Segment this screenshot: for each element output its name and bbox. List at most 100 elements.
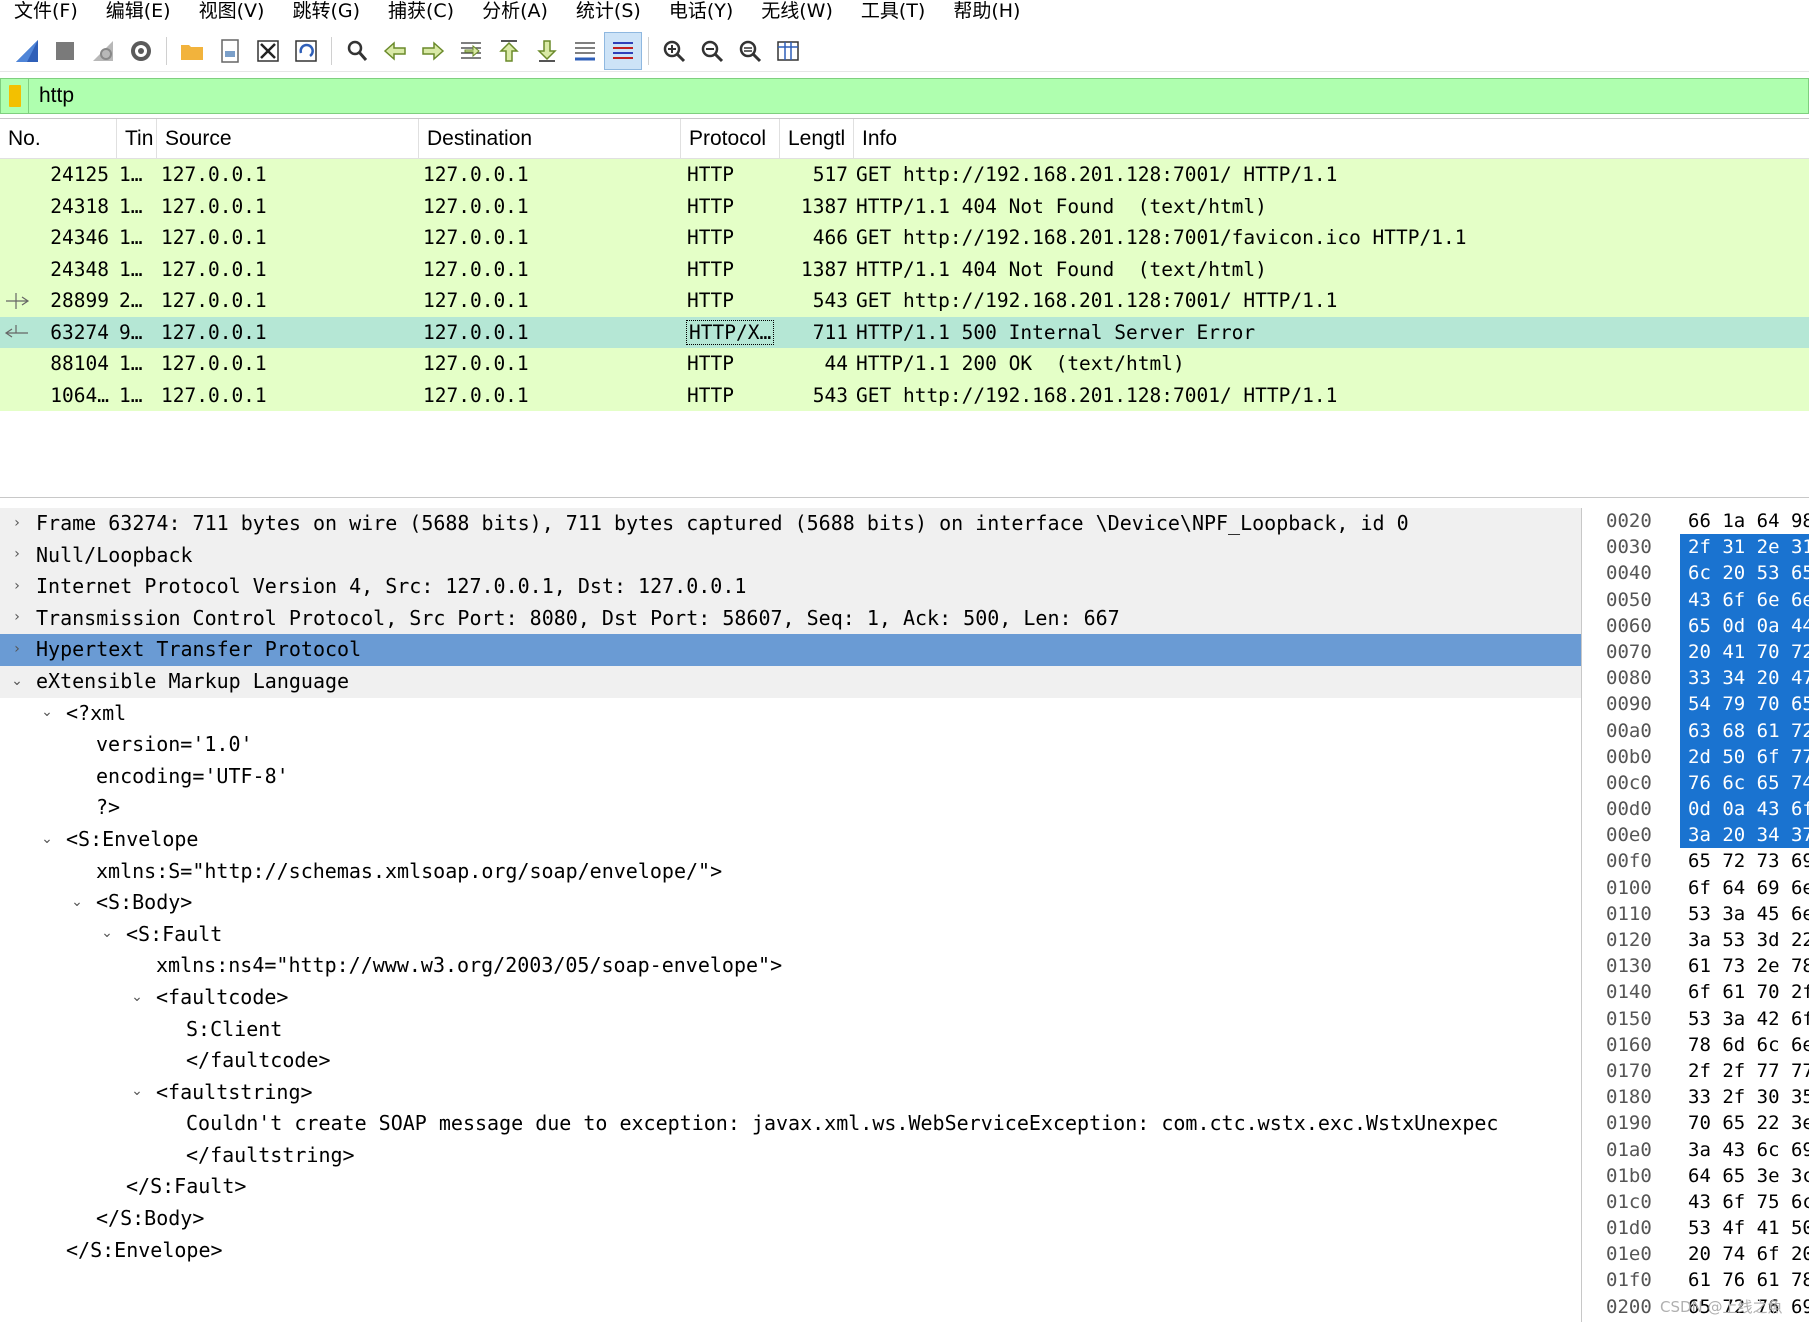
column-header-destination[interactable]: Destination xyxy=(419,119,681,158)
hex-row[interactable]: 0040 6c 20 53 65 xyxy=(1590,560,1809,587)
packet-row[interactable]: 1064… 1… 127.0.0.1 127.0.0.1 HTTP 543 GET http… xyxy=(0,379,1809,411)
hex-row[interactable]: 00f0 65 72 73 69 xyxy=(1590,848,1809,874)
close-file-icon[interactable] xyxy=(249,32,287,70)
column-header-info[interactable]: Info xyxy=(854,119,1809,158)
detail-tree-item[interactable]: ⌄ <?xml xyxy=(0,698,1581,730)
hex-row[interactable]: 0070 20 41 70 72 xyxy=(1590,638,1809,666)
capture-options-icon[interactable] xyxy=(122,32,160,70)
hex-row[interactable]: 0060 65 0d 0a 44 xyxy=(1590,612,1809,639)
detail-tree-item[interactable]: </faultstring> xyxy=(0,1140,1581,1172)
column-header-no[interactable]: No. xyxy=(0,119,117,158)
find-packet-icon[interactable] xyxy=(338,32,376,70)
menu-statistics[interactable]: 统计(S) xyxy=(562,0,655,28)
auto-scroll-icon[interactable] xyxy=(566,32,604,70)
detail-tree-item[interactable]: › Frame 63274: 711 bytes on wire (5688 bi… xyxy=(0,508,1581,540)
hex-row[interactable]: 0050 43 6f 6e 6e xyxy=(1590,586,1809,613)
menu-wireless[interactable]: 无线(W) xyxy=(747,0,847,28)
hex-row[interactable]: 0120 3a 53 3d 22 xyxy=(1590,927,1809,953)
display-filter-input[interactable] xyxy=(29,80,1729,112)
zoom-in-icon[interactable] xyxy=(655,32,693,70)
menu-analyze[interactable]: 分析(A) xyxy=(468,0,562,28)
stop-capture-icon[interactable] xyxy=(46,32,84,70)
last-packet-icon[interactable] xyxy=(528,32,566,70)
normal-size-icon[interactable] xyxy=(731,32,769,70)
chevron-down-icon[interactable]: ⌄ xyxy=(128,1077,146,1108)
menu-telephony[interactable]: 电话(Y) xyxy=(655,0,747,28)
hex-row[interactable]: 00c0 76 6c 65 74 xyxy=(1590,769,1809,797)
start-capture-icon[interactable] xyxy=(8,32,46,70)
packet-row[interactable]: 24125 1… 127.0.0.1 127.0.0.1 HTTP 517 GET http… xyxy=(0,159,1809,191)
chevron-right-icon[interactable]: › xyxy=(8,508,26,539)
detail-tree-item[interactable]: › Transmission Control Protocol, Src Port… xyxy=(0,602,1581,635)
zoom-out-icon[interactable] xyxy=(693,32,731,70)
detail-tree-item[interactable]: </S:Body> xyxy=(0,1203,1581,1235)
hex-row[interactable]: 0020 66 1a 64 98 xyxy=(1590,508,1809,534)
hex-row[interactable]: 0110 53 3a 45 6e xyxy=(1590,901,1809,927)
menu-file[interactable]: 文件(F) xyxy=(0,0,92,28)
packet-row[interactable]: 24318 1… 127.0.0.1 127.0.0.1 HTTP 1387 HTTP/1.… xyxy=(0,190,1809,222)
hex-row[interactable]: 01e0 20 74 6f 20 xyxy=(1590,1241,1809,1267)
detail-tree-item[interactable]: xmlns:S="http://schemas.xmlsoap.org/soap… xyxy=(0,856,1581,888)
detail-tree-item[interactable]: </S:Fault> xyxy=(0,1171,1581,1203)
hex-row[interactable]: 0090 54 79 70 65 xyxy=(1590,691,1809,718)
go-to-packet-icon[interactable] xyxy=(452,32,490,70)
hex-row[interactable]: 00e0 3a 20 34 37 xyxy=(1590,822,1809,849)
packet-row[interactable]: 63274 9… 127.0.0.1 127.0.0.1 HTTP/X… 711 HTTP/… xyxy=(0,316,1809,348)
detail-tree-item[interactable]: ⌄ <faultcode> xyxy=(0,982,1581,1014)
hex-row[interactable]: 00b0 2d 50 6f 77 xyxy=(1590,743,1809,770)
hex-row[interactable]: 00a0 63 68 61 72 xyxy=(1590,717,1809,744)
open-file-icon[interactable] xyxy=(173,32,211,70)
go-forward-icon[interactable] xyxy=(414,32,452,70)
hex-row[interactable]: 01d0 53 4f 41 50 xyxy=(1590,1215,1809,1241)
hex-row[interactable]: 0080 33 34 20 47 xyxy=(1590,665,1809,692)
detail-tree-item[interactable]: version='1.0' xyxy=(0,729,1581,761)
detail-tree-item[interactable]: ⌄ <S:Body> xyxy=(0,887,1581,919)
detail-tree-item[interactable]: › Null/Loopback xyxy=(0,539,1581,572)
menu-tools[interactable]: 工具(T) xyxy=(847,0,939,28)
chevron-right-icon[interactable]: › xyxy=(8,540,26,571)
column-header-length[interactable]: Lengtl xyxy=(780,119,854,158)
chevron-right-icon[interactable]: › xyxy=(8,634,26,665)
packet-row[interactable]: 28899 2… 127.0.0.1 127.0.0.1 HTTP 543 GET http… xyxy=(0,285,1809,317)
hex-row[interactable]: 0150 53 3a 42 6f xyxy=(1590,1006,1809,1032)
detail-tree-item[interactable]: xmlns:ns4="http://www.w3.org/2003/05/soa… xyxy=(0,950,1581,982)
hex-row[interactable]: 01f0 61 76 61 78 xyxy=(1590,1267,1809,1293)
menu-go[interactable]: 跳转(G) xyxy=(278,0,374,28)
hex-row[interactable]: 0160 78 6d 6c 6e xyxy=(1590,1032,1809,1058)
hex-row[interactable]: 01c0 43 6f 75 6c xyxy=(1590,1189,1809,1215)
hex-row[interactable]: 0130 61 73 2e 78 xyxy=(1590,953,1809,979)
hex-row[interactable]: 01b0 64 65 3e 3c xyxy=(1590,1163,1809,1189)
resize-columns-icon[interactable] xyxy=(769,32,807,70)
restart-capture-icon[interactable] xyxy=(84,32,122,70)
detail-tree-item[interactable]: › Internet Protocol Version 4, Src: 127.0… xyxy=(0,571,1581,603)
chevron-right-icon[interactable]: › xyxy=(8,571,26,602)
detail-tree-item[interactable]: S:Client xyxy=(0,1014,1581,1046)
hex-row[interactable]: 0180 33 2f 30 35 xyxy=(1590,1084,1809,1110)
hex-row[interactable]: 0170 2f 2f 77 77 xyxy=(1590,1058,1809,1084)
chevron-down-icon[interactable]: ⌄ xyxy=(38,824,56,855)
detail-tree-item[interactable]: ⌄ <faultstring> xyxy=(0,1077,1581,1109)
detail-tree-item[interactable]: </faultcode> xyxy=(0,1045,1581,1077)
packet-row[interactable]: 88104 1… 127.0.0.1 127.0.0.1 HTTP 44 HTTP/1.1 … xyxy=(0,348,1809,380)
menu-capture[interactable]: 捕获(C) xyxy=(374,0,468,28)
hex-row[interactable]: 0030 2f 31 2e 31 xyxy=(1590,534,1809,561)
detail-tree-item[interactable]: Couldn't create SOAP message due to exce… xyxy=(0,1108,1581,1140)
file-set-icon[interactable] xyxy=(211,32,249,70)
hex-row[interactable]: 00d0 0d 0a 43 6f xyxy=(1590,796,1809,823)
detail-tree-item[interactable]: ⌄ eXtensible Markup Language xyxy=(0,665,1581,698)
reload-file-icon[interactable] xyxy=(287,32,325,70)
detail-tree-item[interactable]: ?> xyxy=(0,792,1581,824)
chevron-right-icon[interactable]: › xyxy=(8,603,26,634)
hex-row[interactable]: 0100 6f 64 69 6e xyxy=(1590,875,1809,901)
menu-help[interactable]: 帮助(H) xyxy=(939,0,1034,28)
hex-row[interactable]: 01a0 3a 43 6c 69 xyxy=(1590,1137,1809,1163)
detail-tree-item[interactable]: ⌄ <S:Envelope xyxy=(0,824,1581,856)
colorize-icon[interactable] xyxy=(604,31,642,70)
chevron-down-icon[interactable]: ⌄ xyxy=(128,982,146,1013)
column-header-protocol[interactable]: Protocol xyxy=(681,119,780,158)
hex-row[interactable]: 0190 70 65 22 3e xyxy=(1590,1110,1809,1136)
first-packet-icon[interactable] xyxy=(490,32,528,70)
chevron-down-icon[interactable]: ⌄ xyxy=(38,698,56,729)
packet-row[interactable]: 24348 1… 127.0.0.1 127.0.0.1 HTTP 1387 HTTP/1.… xyxy=(0,253,1809,285)
column-header-time[interactable]: Tin xyxy=(117,119,157,158)
